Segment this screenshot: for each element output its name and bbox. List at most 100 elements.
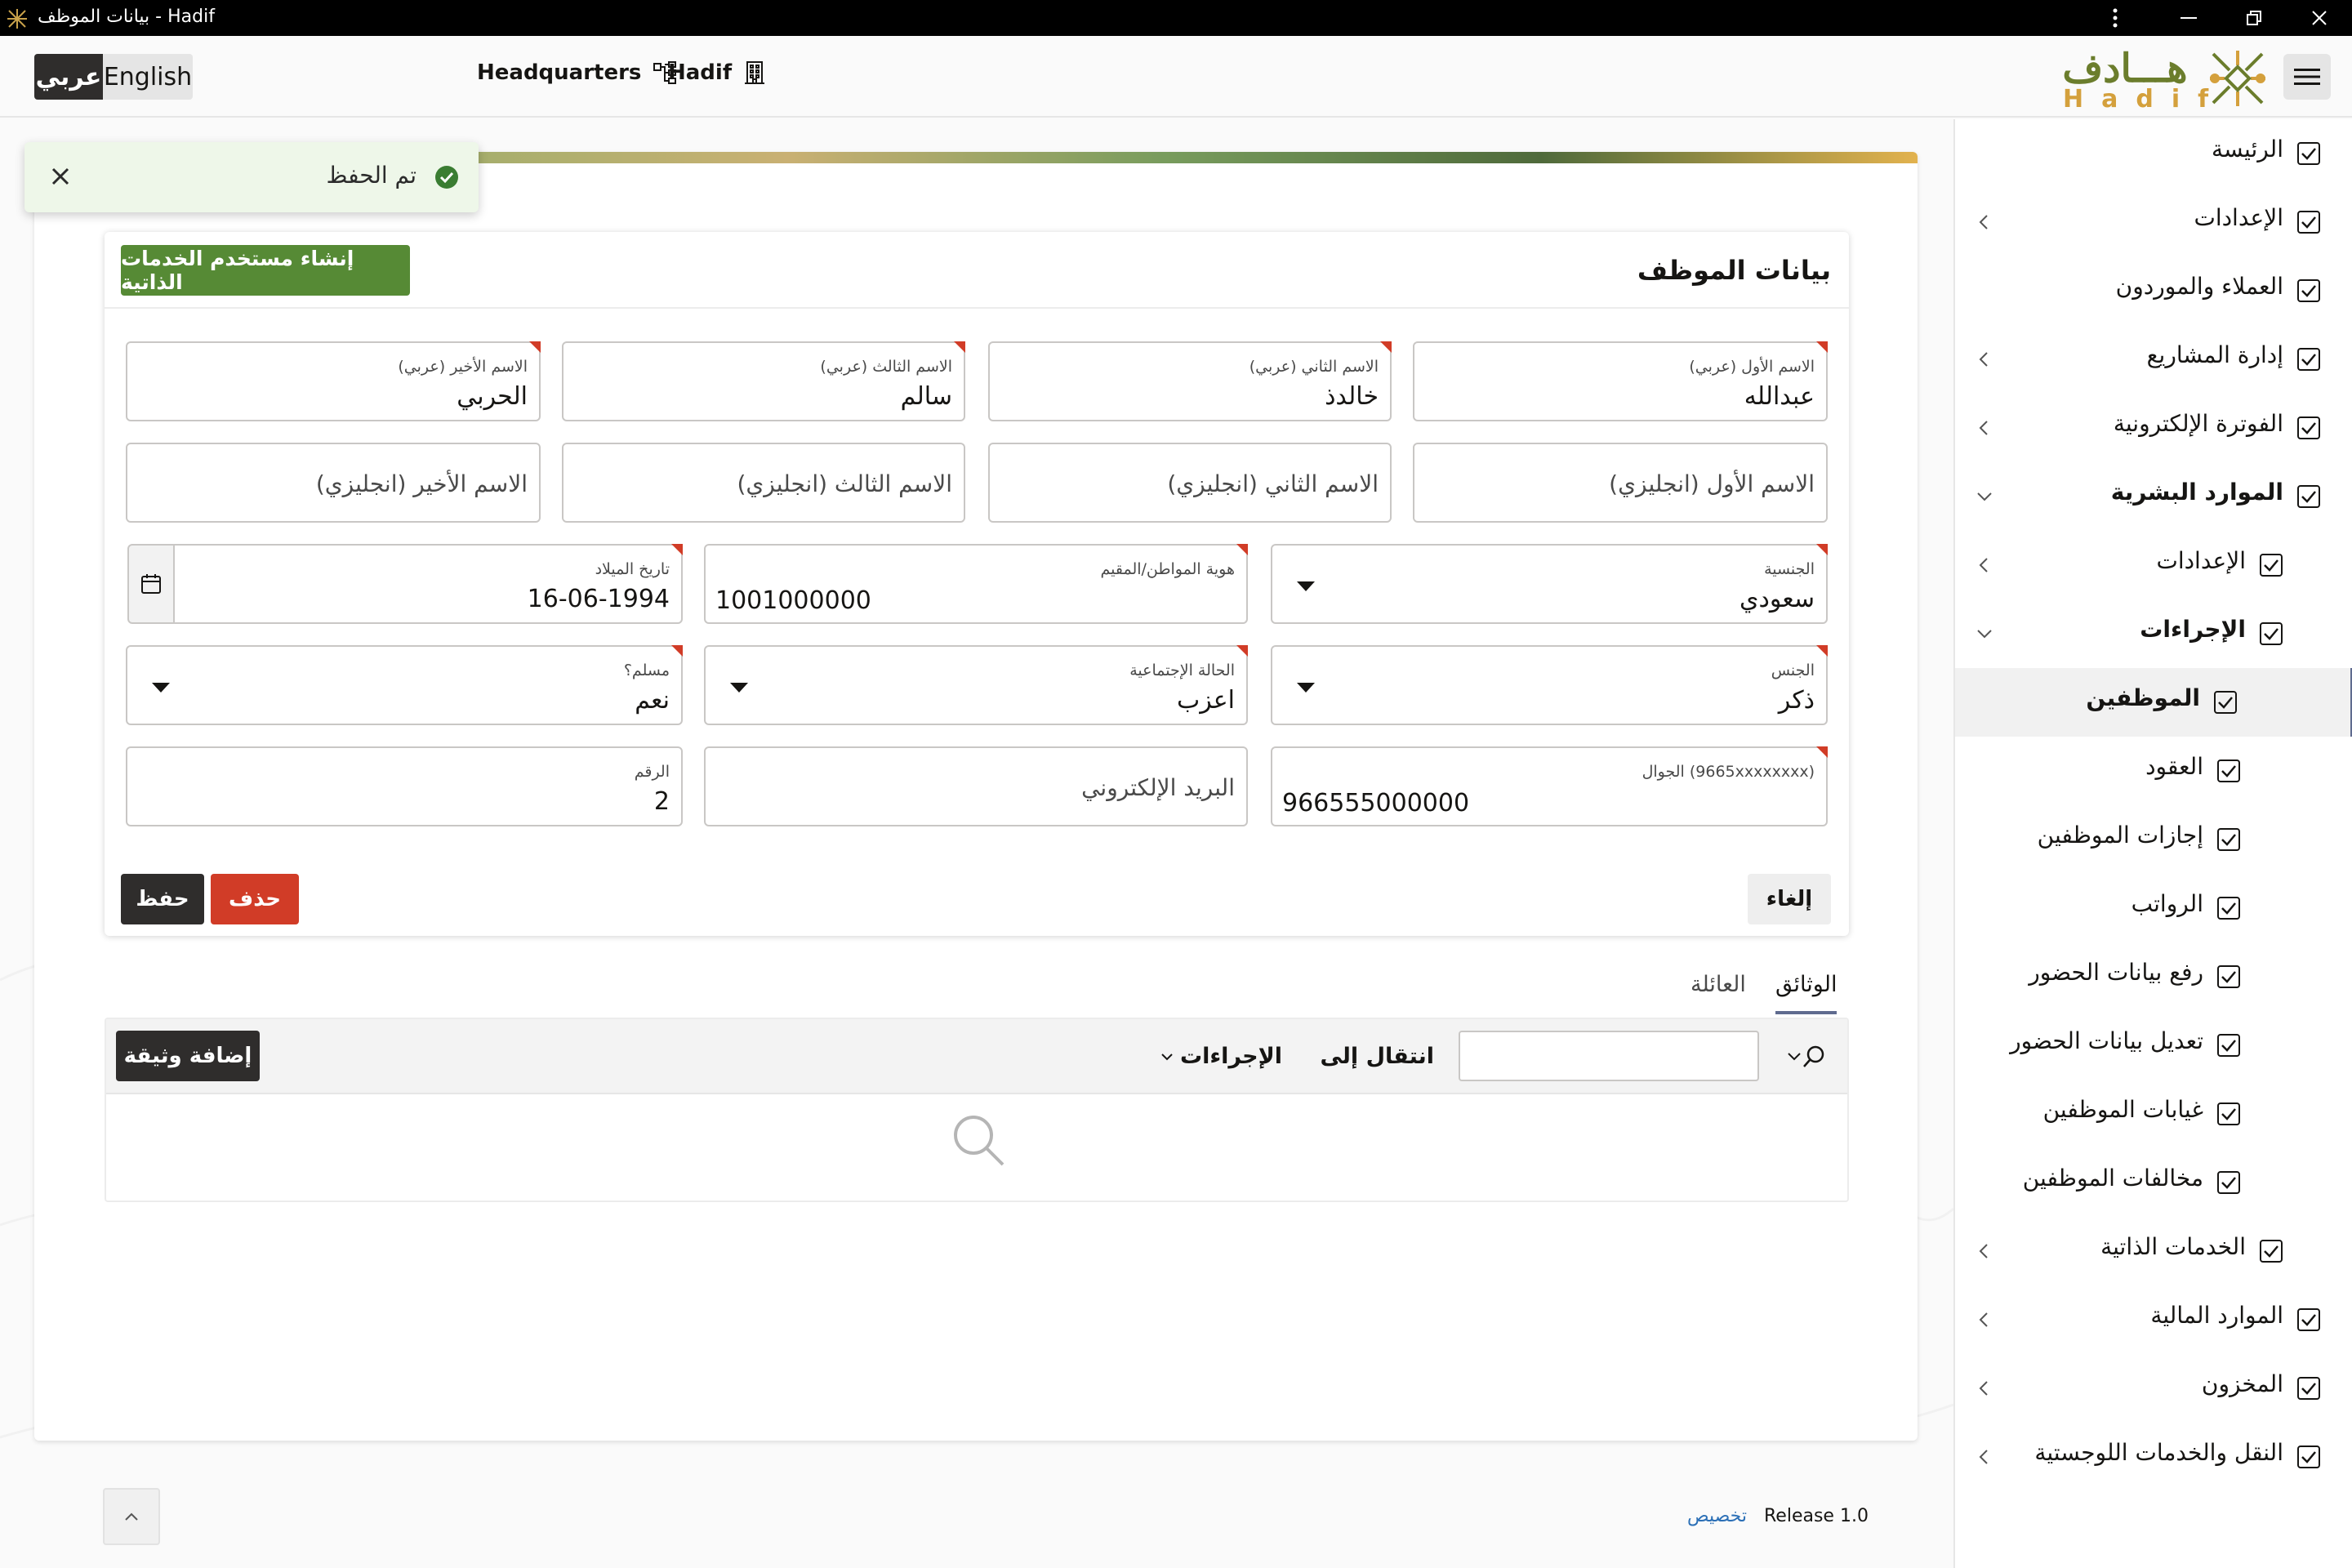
field-placeholder: الاسم الأخير (انجليزي) [315, 470, 528, 497]
sidebar-item[interactable]: المخزون [1955, 1354, 2352, 1423]
delete-button[interactable]: حذف [211, 874, 299, 924]
last-name-en-field[interactable]: الاسم الأخير (انجليزي) [126, 443, 541, 523]
first-name-en-field[interactable]: الاسم الأول (انجليزي) [1413, 443, 1828, 523]
birth-date-field[interactable]: تاريخ الميلاد 16-06-1994 [173, 544, 683, 624]
sidebar-item[interactable]: الإجراءات [1955, 599, 2352, 668]
company-selector[interactable]: Hadif [668, 60, 766, 85]
more-options-icon[interactable] [2099, 5, 2132, 31]
second-name-ar-field[interactable]: الاسم الثاني (عربي) خالدذ [988, 341, 1392, 421]
sidebar-item[interactable]: إجازات الموظفين [1955, 805, 2352, 874]
chevron-left-icon[interactable] [1975, 418, 1994, 438]
customize-link[interactable]: تخصيص [1687, 1506, 1747, 1526]
hamburger-menu-button[interactable] [2283, 54, 2331, 100]
chevron-down-icon[interactable] [1975, 624, 1994, 644]
goto-label[interactable]: انتقال إلى [1320, 1044, 1434, 1069]
checkbox-icon [2297, 1446, 2320, 1468]
sidebar-nav: الرئيسة الإعدادات العملاء والموردون إدارة ا… [1953, 119, 2352, 1568]
save-button[interactable]: حفظ [121, 874, 204, 924]
search-options[interactable] [1787, 1042, 1833, 1071]
chevron-left-icon[interactable] [1975, 1379, 1994, 1398]
field-value: سالم [900, 382, 952, 411]
muslim-select[interactable]: مسلم؟ نعم [126, 645, 683, 725]
toast-message: تم الحفظ [326, 162, 416, 189]
cancel-button[interactable]: إلغاء [1748, 874, 1831, 924]
checkbox-icon [2297, 348, 2320, 371]
building-icon [745, 61, 765, 84]
field-label: الاسم الثالث (عربي) [820, 358, 952, 376]
sidebar-item[interactable]: النقل والخدمات اللوجستية [1955, 1423, 2352, 1491]
third-name-ar-field[interactable]: الاسم الثالث (عربي) سالم [562, 341, 965, 421]
checkbox-icon [2217, 1102, 2240, 1125]
sidebar-item[interactable]: الفوترة الإلكترونية [1955, 394, 2352, 462]
dropdown-caret-icon [152, 683, 170, 693]
chevron-down-icon[interactable] [1975, 487, 1994, 506]
sidebar-item[interactable]: مخالفات الموظفين [1955, 1148, 2352, 1217]
sidebar-item[interactable]: الرواتب [1955, 874, 2352, 942]
chevron-left-icon[interactable] [1975, 555, 1994, 575]
sidebar-item[interactable]: رفع بيانات الحضور [1955, 942, 2352, 1011]
sidebar-item[interactable]: غيابات الموظفين [1955, 1080, 2352, 1148]
number-field[interactable]: الرقم 2 [126, 746, 683, 826]
mobile-field[interactable]: الجوال (9665xxxxxxxx) 966555000000 [1271, 746, 1828, 826]
close-window-icon[interactable] [2303, 5, 2336, 31]
national-id-field[interactable]: هوية المواطن/المقيم 1001000000 [704, 544, 1248, 624]
add-document-button[interactable]: إضافة وثيقة [116, 1031, 260, 1081]
sidebar-item[interactable]: الموارد البشرية [1955, 462, 2352, 531]
field-value: 16-06-1994 [527, 585, 670, 613]
field-value: الحربي [457, 382, 528, 411]
nationality-select[interactable]: الجنسية سعودي [1271, 544, 1828, 624]
field-value: 966555000000 [1282, 789, 1470, 817]
checkbox-icon [2214, 691, 2237, 714]
second-name-en-field[interactable]: الاسم الثاني (انجليزي) [988, 443, 1392, 523]
sidebar-item[interactable]: العملاء والموردون [1955, 256, 2352, 325]
actions-menu-button[interactable]: الإجراءات [1160, 1044, 1282, 1069]
tab-documents[interactable]: الوثائق [1775, 972, 1838, 1014]
chevron-left-icon[interactable] [1975, 212, 1994, 232]
field-label: تاريخ الميلاد [595, 560, 670, 578]
close-icon[interactable] [46, 162, 75, 191]
chevron-left-icon[interactable] [1975, 1447, 1994, 1467]
marital-status-select[interactable]: الحالة الإجتماعية اعزب [704, 645, 1248, 725]
sidebar-item[interactable]: الرئيسة [1955, 119, 2352, 188]
sidebar-item[interactable]: الإعدادات [1955, 531, 2352, 599]
sidebar-item[interactable]: إدارة المشاريع [1955, 325, 2352, 394]
minimize-icon[interactable] [2172, 5, 2205, 31]
chevron-left-icon[interactable] [1975, 1241, 1994, 1261]
first-name-ar-field[interactable]: الاسم الأول (عربي) عبدالله [1413, 341, 1828, 421]
dropdown-caret-icon [1297, 581, 1315, 591]
chevron-left-icon[interactable] [1975, 1310, 1994, 1330]
checkbox-icon [2260, 554, 2283, 577]
dropdown-caret-icon [1297, 683, 1315, 693]
logo-mark-icon [2210, 51, 2265, 106]
sidebar-item[interactable]: تعديل بيانات الحضور [1955, 1011, 2352, 1080]
field-value: 1001000000 [715, 586, 871, 615]
gender-select[interactable]: الجنس ذكر [1271, 645, 1828, 725]
sidebar-item[interactable]: العقود [1955, 737, 2352, 805]
third-name-en-field[interactable]: الاسم الثالث (انجليزي) [562, 443, 965, 523]
restore-icon[interactable] [2238, 5, 2270, 31]
lang-english-button[interactable]: English [103, 54, 193, 100]
search-input[interactable] [1459, 1031, 1759, 1081]
create-self-service-user-button[interactable]: إنشاء مستخدم الخدمات الذاتية [121, 245, 410, 296]
card-header: بيانات الموظف إنشاء مستخدم الخدمات الذات… [105, 232, 1849, 309]
sidebar-item[interactable]: الإعدادات [1955, 188, 2352, 256]
last-name-ar-field[interactable]: الاسم الأخير (عربي) الحربي [126, 341, 541, 421]
scroll-to-top-button[interactable] [103, 1488, 160, 1545]
sidebar-item[interactable]: الخدمات الذاتية [1955, 1217, 2352, 1285]
sidebar-item[interactable]: الموارد المالية [1955, 1285, 2352, 1354]
tab-family[interactable]: العائلة [1690, 972, 1746, 1014]
sidebar-item-label: إجازات الموظفين [2037, 822, 2203, 849]
sidebar-item-label: الموظفين [2086, 684, 2200, 711]
lang-arabic-button[interactable]: عربي [34, 54, 103, 100]
email-field[interactable]: البريد الإلكتروني [704, 746, 1248, 826]
grid-toolbar: انتقال إلى الإجراءات إضافة وثيقة [106, 1019, 1847, 1094]
chevron-left-icon[interactable] [1975, 350, 1994, 369]
checkbox-icon [2297, 211, 2320, 234]
sidebar-item[interactable]: الموظفين [1955, 668, 2352, 737]
calendar-button[interactable] [127, 544, 175, 624]
documents-grid: انتقال إلى الإجراءات إضافة وثيقة [105, 1018, 1849, 1202]
branch-selector[interactable]: Headquarters [477, 60, 677, 85]
field-placeholder: الاسم الأول (انجليزي) [1609, 470, 1815, 497]
sidebar-item-label: الرواتب [2131, 890, 2203, 917]
checkbox-icon [2217, 1034, 2240, 1057]
